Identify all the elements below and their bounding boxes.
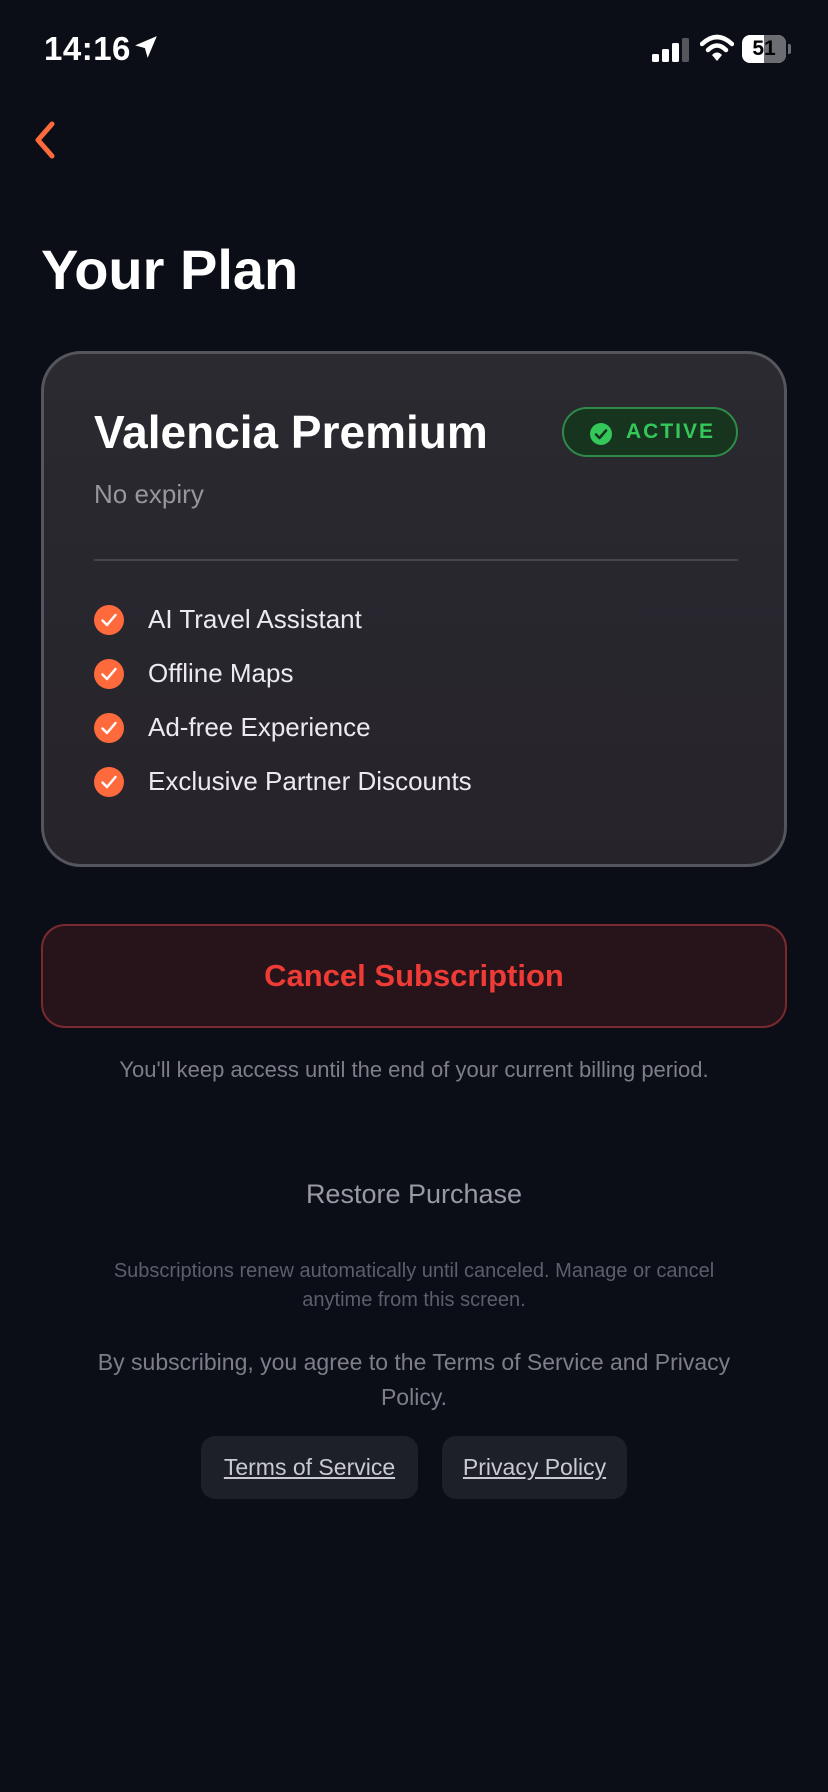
check-circle-icon <box>94 659 124 689</box>
check-circle-icon <box>590 423 612 445</box>
check-circle-icon <box>94 605 124 635</box>
check-circle-icon <box>94 713 124 743</box>
restore-purchase-button[interactable]: Restore Purchase <box>264 1174 564 1218</box>
plan-card: Valencia Premium ACTIVE No expiry AI Tra… <box>41 351 787 867</box>
cellular-signal-icon <box>652 38 689 62</box>
status-badge-label: ACTIVE <box>626 420 716 443</box>
terms-of-service-link[interactable]: Terms of Service <box>201 1436 418 1499</box>
feature-label: AI Travel Assistant <box>148 604 362 634</box>
page-title: Your Plan <box>41 238 299 301</box>
battery-icon: 51 <box>742 35 791 63</box>
battery-tip <box>788 44 791 54</box>
renewal-note: Subscriptions renew automatically until … <box>113 1260 715 1311</box>
back-button[interactable] <box>22 112 70 168</box>
status-badge: ACTIVE <box>562 407 738 457</box>
your-plan-screen: 14:16 51 Your Plan Valencia Premium ACTI… <box>0 0 828 1792</box>
status-time: 14:16 <box>44 30 131 67</box>
cancel-subscription-button[interactable]: Cancel Subscription <box>41 924 787 1028</box>
feature-label: Ad-free Experience <box>148 712 371 742</box>
location-arrow-icon <box>135 36 157 58</box>
plan-expiry: No expiry <box>94 479 204 509</box>
divider <box>94 559 738 561</box>
plan-name: Valencia Premium <box>94 406 488 458</box>
agreement-note: By subscribing, you agree to the Terms o… <box>97 1349 731 1410</box>
battery-level: 51 <box>752 37 776 60</box>
privacy-policy-link[interactable]: Privacy Policy <box>442 1436 627 1499</box>
billing-note: You'll keep access until the end of your… <box>119 1057 709 1082</box>
status-bar: 14:16 51 <box>0 0 828 100</box>
chevron-left-icon <box>35 121 55 159</box>
feature-label: Offline Maps <box>148 658 294 688</box>
feature-label: Exclusive Partner Discounts <box>148 766 472 796</box>
check-circle-icon <box>94 767 124 797</box>
wifi-icon <box>700 34 734 61</box>
